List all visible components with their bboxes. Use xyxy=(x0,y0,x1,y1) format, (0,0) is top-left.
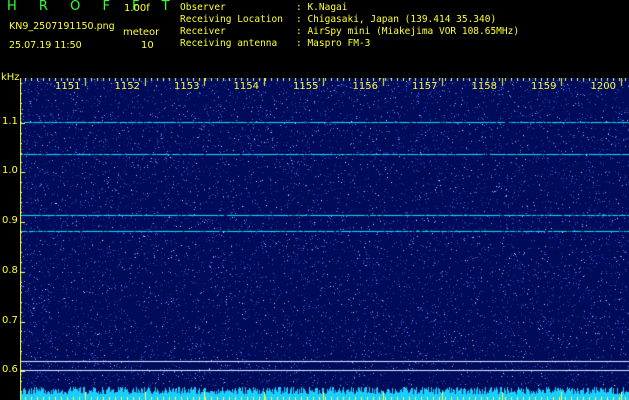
y-axis-unit: kHz xyxy=(1,72,20,83)
info-key: Receiving antenna xyxy=(180,38,278,49)
y-tick-label: 0.6 xyxy=(2,364,18,376)
info-value: : K.Nagai xyxy=(296,2,348,13)
info-value: : AirSpy mini (Miakejima VOR 108.65MHz) xyxy=(296,26,520,37)
capture-timestamp: 25.07.19 11:50 xyxy=(9,40,82,51)
info-value: : Maspro FM-3 xyxy=(296,38,371,49)
spectrogram-plot xyxy=(20,78,629,400)
info-value: : Chigasaki, Japan (139.414 35.340) xyxy=(296,14,497,25)
x-tick-label: 1157 xyxy=(412,81,438,92)
info-row-observer: Observer : K.Nagai xyxy=(180,2,347,14)
spectrogram-canvas xyxy=(20,78,629,400)
y-tick-label: 1.1 xyxy=(2,115,18,127)
info-row-antenna: Receiving antenna : Maspro FM-3 xyxy=(180,38,370,50)
x-tick-label: 1151 xyxy=(55,81,81,92)
info-key: Receiving Location xyxy=(180,14,283,25)
image-filename: KN9_2507191150.png xyxy=(9,21,115,32)
meteor-count: 10 xyxy=(141,40,154,51)
info-key: Receiver xyxy=(180,26,226,37)
info-row-receiver: Receiver : AirSpy mini (Miakejima VOR 108… xyxy=(180,26,519,38)
x-tick-label: 1156 xyxy=(352,81,378,92)
x-tick-label: 1158 xyxy=(471,81,497,92)
x-tick-label: 1155 xyxy=(293,81,319,92)
app-brand: H R O F F T xyxy=(7,0,179,14)
app-version: 1.00f xyxy=(124,3,150,14)
y-tick-label: 0.7 xyxy=(2,314,18,326)
info-row-location: Receiving Location : Chigasaki, Japan (13… xyxy=(180,14,496,26)
y-tick-label: 1.0 xyxy=(2,165,18,177)
x-tick-label: 1200 xyxy=(590,81,616,92)
x-tick-label: 1159 xyxy=(531,81,557,92)
x-tick-label: 1153 xyxy=(174,81,200,92)
meteor-label: meteor xyxy=(123,27,160,38)
y-tick-label: 0.8 xyxy=(2,264,18,276)
x-tick-label: 1154 xyxy=(233,81,259,92)
x-tick-label: 1152 xyxy=(114,81,140,92)
info-key: Observer xyxy=(180,2,226,13)
y-tick-label: 0.9 xyxy=(2,215,18,227)
